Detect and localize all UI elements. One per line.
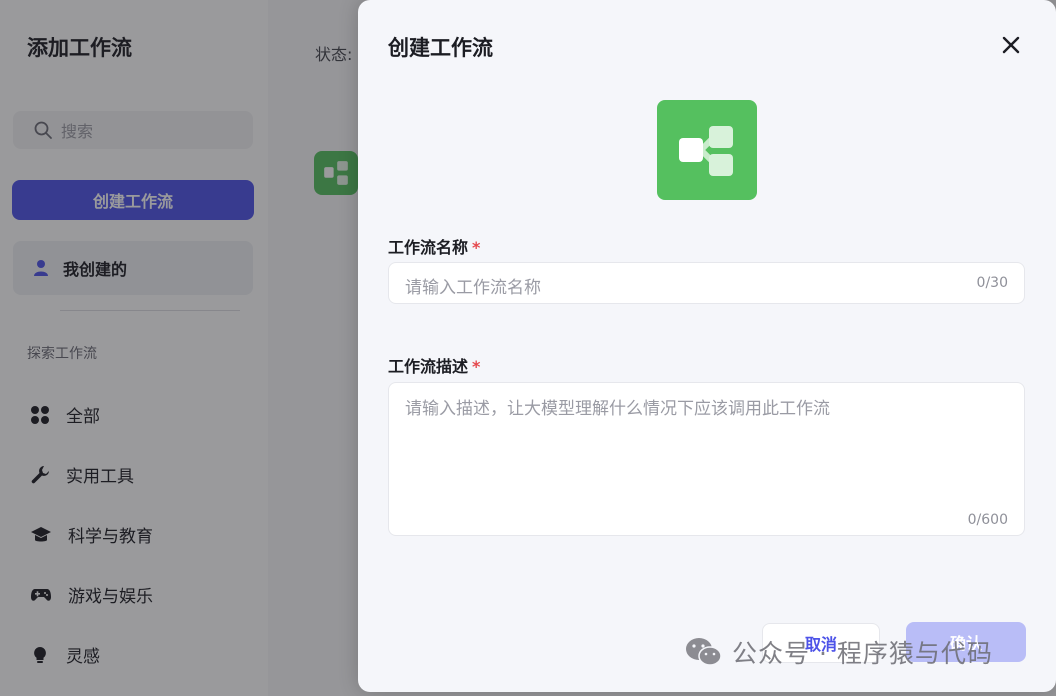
workflow-name-field[interactable]: 请输入工作流名称 0/30 [388,262,1025,304]
name-field-label: 工作流名称 * [388,234,480,258]
dialog-title: 创建工作流 [388,36,493,60]
wechat-icon [686,638,722,666]
desc-label-text: 工作流描述 [388,357,469,376]
workflow-description-field[interactable]: 请输入描述，让大模型理解什么情况下应该调用此工作流 0/600 [388,382,1025,536]
desc-char-counter: 0/600 [967,512,1008,528]
workflow-icon [679,126,733,176]
create-workflow-dialog: 创建工作流 工作流名称 * 请输入工作流名称 0/30 工作流描述 * 请输入描述，… [358,0,1056,692]
required-mark: * [472,238,481,257]
desc-field-label: 工作流描述 * [388,353,480,377]
workflow-avatar[interactable] [657,100,757,200]
name-placeholder: 请输入工作流名称 [405,278,541,298]
required-mark: * [472,357,481,376]
name-label-text: 工作流名称 [388,238,469,257]
watermark-text: 公众号 · 程序猿与代码 [732,639,993,668]
desc-placeholder: 请输入描述，让大模型理解什么情况下应该调用此工作流 [405,399,830,419]
watermark: 公众号 · 程序猿与代码 [684,634,993,670]
close-icon[interactable] [1000,34,1022,56]
name-char-counter: 0/30 [976,275,1008,291]
